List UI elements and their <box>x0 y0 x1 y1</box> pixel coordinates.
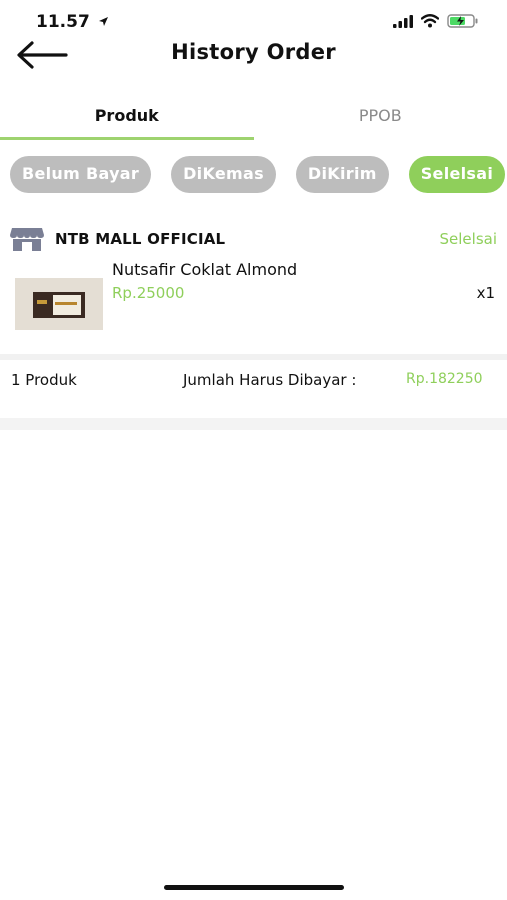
total-label: Jumlah Harus Dibayar : <box>183 371 357 389</box>
product-price: Rp.25000 <box>112 284 185 302</box>
status-filter-chips: Belum Bayar DiKemas DiKirim Selelsai <box>10 156 506 194</box>
section-divider-bottom <box>0 418 507 430</box>
total-value: Rp.182250 <box>406 371 483 387</box>
location-arrow-icon <box>98 17 108 26</box>
home-indicator[interactable] <box>164 885 344 890</box>
tab-ppob[interactable]: PPOB <box>254 96 507 140</box>
store-name: NTB MALL OFFICIAL <box>55 230 226 248</box>
filter-dikirim[interactable]: DiKirim <box>295 156 389 193</box>
signal-icon <box>393 14 413 28</box>
header: History Order <box>0 32 507 78</box>
tab-bar: Produk PPOB <box>0 96 507 140</box>
status-time: 11.57 <box>36 12 109 32</box>
product-image <box>15 278 103 330</box>
tab-produk[interactable]: Produk <box>0 96 254 140</box>
status-time-text: 11.57 <box>36 12 90 32</box>
wifi-icon <box>421 14 439 28</box>
status-icons <box>393 14 479 28</box>
filter-selesai[interactable]: Selelsai <box>408 156 506 193</box>
product-package-image <box>15 278 103 330</box>
filter-belum-bayar[interactable]: Belum Bayar <box>10 156 152 193</box>
product-count: 1 Produk <box>11 371 77 389</box>
filter-dikemas[interactable]: DiKemas <box>171 156 276 193</box>
product-quantity: x1 <box>476 284 495 302</box>
battery-charging-icon <box>447 14 478 28</box>
order-summary: 1 Produk Jumlah Harus Dibayar : Rp.18225… <box>0 360 507 420</box>
store-icon <box>10 228 44 251</box>
store-row: NTB MALL OFFICIAL Selelsai <box>10 226 497 254</box>
order-status: Selelsai <box>439 230 498 248</box>
page-title: History Order <box>171 40 336 64</box>
product-name: Nutsafir Coklat Almond <box>112 260 298 279</box>
